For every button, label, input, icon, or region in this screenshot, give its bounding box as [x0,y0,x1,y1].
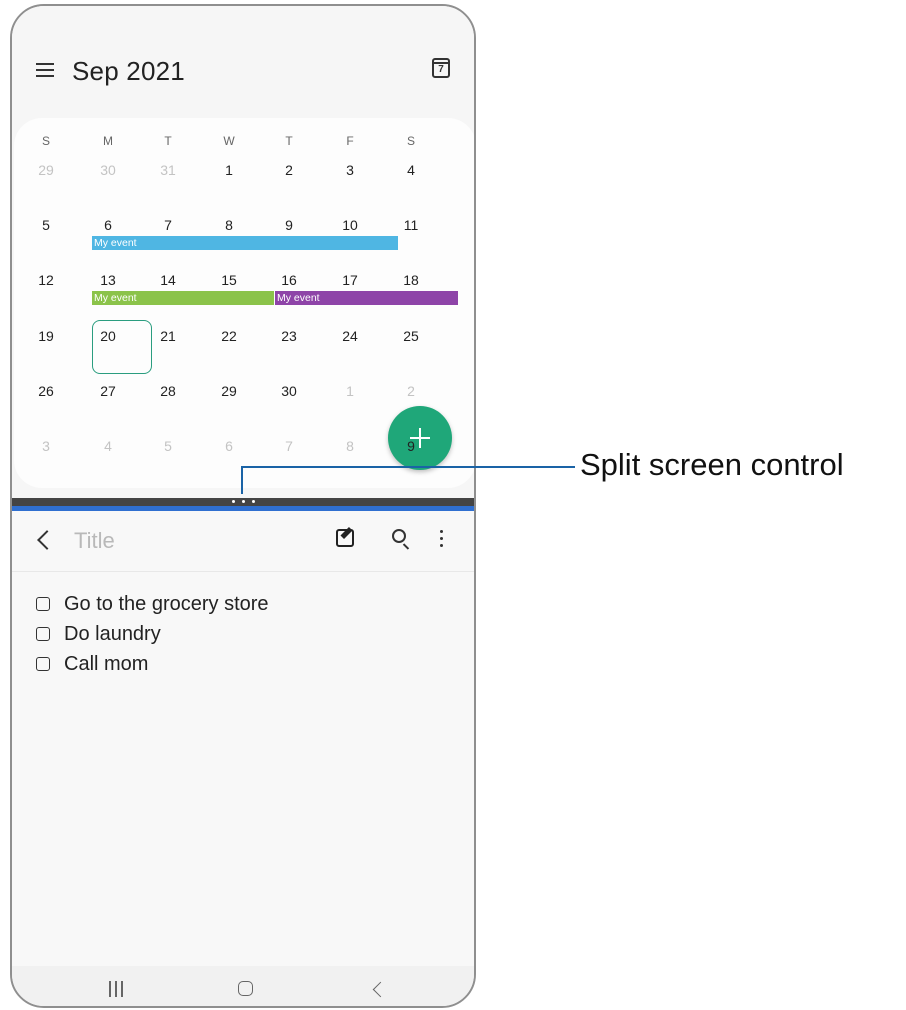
day-cell[interactable]: 20 [88,328,128,344]
day-cell[interactable]: 2 [391,383,431,399]
notes-app: Title Go to the grocery store Do laundry… [12,511,474,966]
nav-back-icon[interactable] [372,981,389,998]
weekday-label: T [164,134,172,148]
day-cell[interactable]: 22 [209,328,249,344]
checklist-item[interactable]: Go to the grocery store [36,589,269,619]
day-cell[interactable]: 25 [391,328,431,344]
weekday-label: S [41,134,50,148]
day-cell[interactable]: 30 [269,383,309,399]
day-cell[interactable]: 7 [148,217,188,233]
event-label: My event [94,237,137,249]
day-cell[interactable]: 3 [330,162,370,178]
day-cell[interactable]: 11 [391,217,431,233]
day-cell[interactable]: 29 [26,162,66,178]
day-cell[interactable]: 1 [209,162,249,178]
weekday-label: W [223,134,235,148]
day-cell[interactable]: 6 [209,438,249,454]
day-cell[interactable]: 18 [391,272,431,288]
today-icon-number: 7 [438,64,444,75]
event-label: My event [94,292,137,304]
event-bar[interactable]: My event [92,291,274,305]
notes-toolbar: Title [12,511,474,572]
event-bar[interactable]: My event [275,291,458,305]
callout-line-horizontal [241,466,575,468]
day-cell[interactable]: 27 [88,383,128,399]
day-cell[interactable]: 3 [26,438,66,454]
day-cell[interactable]: 29 [209,383,249,399]
day-cell[interactable]: 7 [269,438,309,454]
checkbox[interactable] [36,657,50,671]
day-cell[interactable]: 17 [330,272,370,288]
checkbox[interactable] [36,627,50,641]
calendar-header: Sep 2021 7 [12,50,474,92]
navigation-bar [12,966,474,1006]
day-cell[interactable]: 6 [88,217,128,233]
checkbox[interactable] [36,597,50,611]
checklist-item[interactable]: Call mom [36,649,269,679]
split-screen-handle-icon[interactable] [230,500,260,504]
day-cell[interactable]: 21 [148,328,188,344]
day-cell[interactable]: 8 [330,438,370,454]
day-cell[interactable]: 28 [148,383,188,399]
event-label: My event [277,292,320,304]
day-cell[interactable]: 24 [330,328,370,344]
weekday-label: S [406,134,415,148]
checklist: Go to the grocery store Do laundry Call … [36,589,269,679]
day-cell[interactable]: 8 [209,217,249,233]
recent-apps-icon[interactable] [109,981,123,997]
day-cell[interactable]: 2 [269,162,309,178]
day-cell[interactable]: 4 [391,162,431,178]
day-cell[interactable]: 13 [88,272,128,288]
day-cell[interactable]: 12 [26,272,66,288]
day-cell[interactable]: 4 [88,438,128,454]
day-cell[interactable]: 1 [330,383,370,399]
callout-line-vertical [241,466,243,494]
day-cell[interactable]: 23 [269,328,309,344]
checklist-item-label[interactable]: Call mom [64,653,148,676]
day-cell[interactable]: 5 [26,217,66,233]
checklist-item-label[interactable]: Do laundry [64,623,161,646]
weekday-label: T [285,134,293,148]
checklist-item-label[interactable]: Go to the grocery store [64,593,269,616]
day-cell[interactable]: 5 [148,438,188,454]
day-cell[interactable]: 10 [330,217,370,233]
callout-label: Split screen control [580,447,844,482]
divider-gap [12,488,474,498]
back-icon[interactable] [37,530,57,550]
checklist-item[interactable]: Do laundry [36,619,269,649]
calendar-app: Sep 2021 7 My event My event My event S M… [12,6,474,498]
day-cell[interactable]: 9 [269,217,309,233]
day-cell[interactable]: 16 [269,272,309,288]
title-input[interactable]: Title [74,528,115,554]
weekday-label: F [346,134,354,148]
day-cell[interactable]: 19 [26,328,66,344]
day-cell[interactable]: 15 [209,272,249,288]
day-cell[interactable]: 9 [391,438,431,454]
weekday-label: M [103,134,113,148]
event-bar[interactable]: My event [92,236,398,250]
day-cell[interactable]: 14 [148,272,188,288]
more-options-icon[interactable] [440,530,443,547]
edit-icon[interactable] [336,529,354,547]
menu-icon[interactable] [36,63,54,77]
day-cell[interactable]: 26 [26,383,66,399]
month-title[interactable]: Sep 2021 [72,56,185,87]
search-icon[interactable] [392,529,406,543]
day-cell[interactable]: 30 [88,162,128,178]
home-icon[interactable] [238,981,253,996]
phone-frame: Sep 2021 7 My event My event My event S M… [10,4,476,1008]
day-cell[interactable]: 31 [148,162,188,178]
today-calendar-icon[interactable]: 7 [432,58,450,78]
